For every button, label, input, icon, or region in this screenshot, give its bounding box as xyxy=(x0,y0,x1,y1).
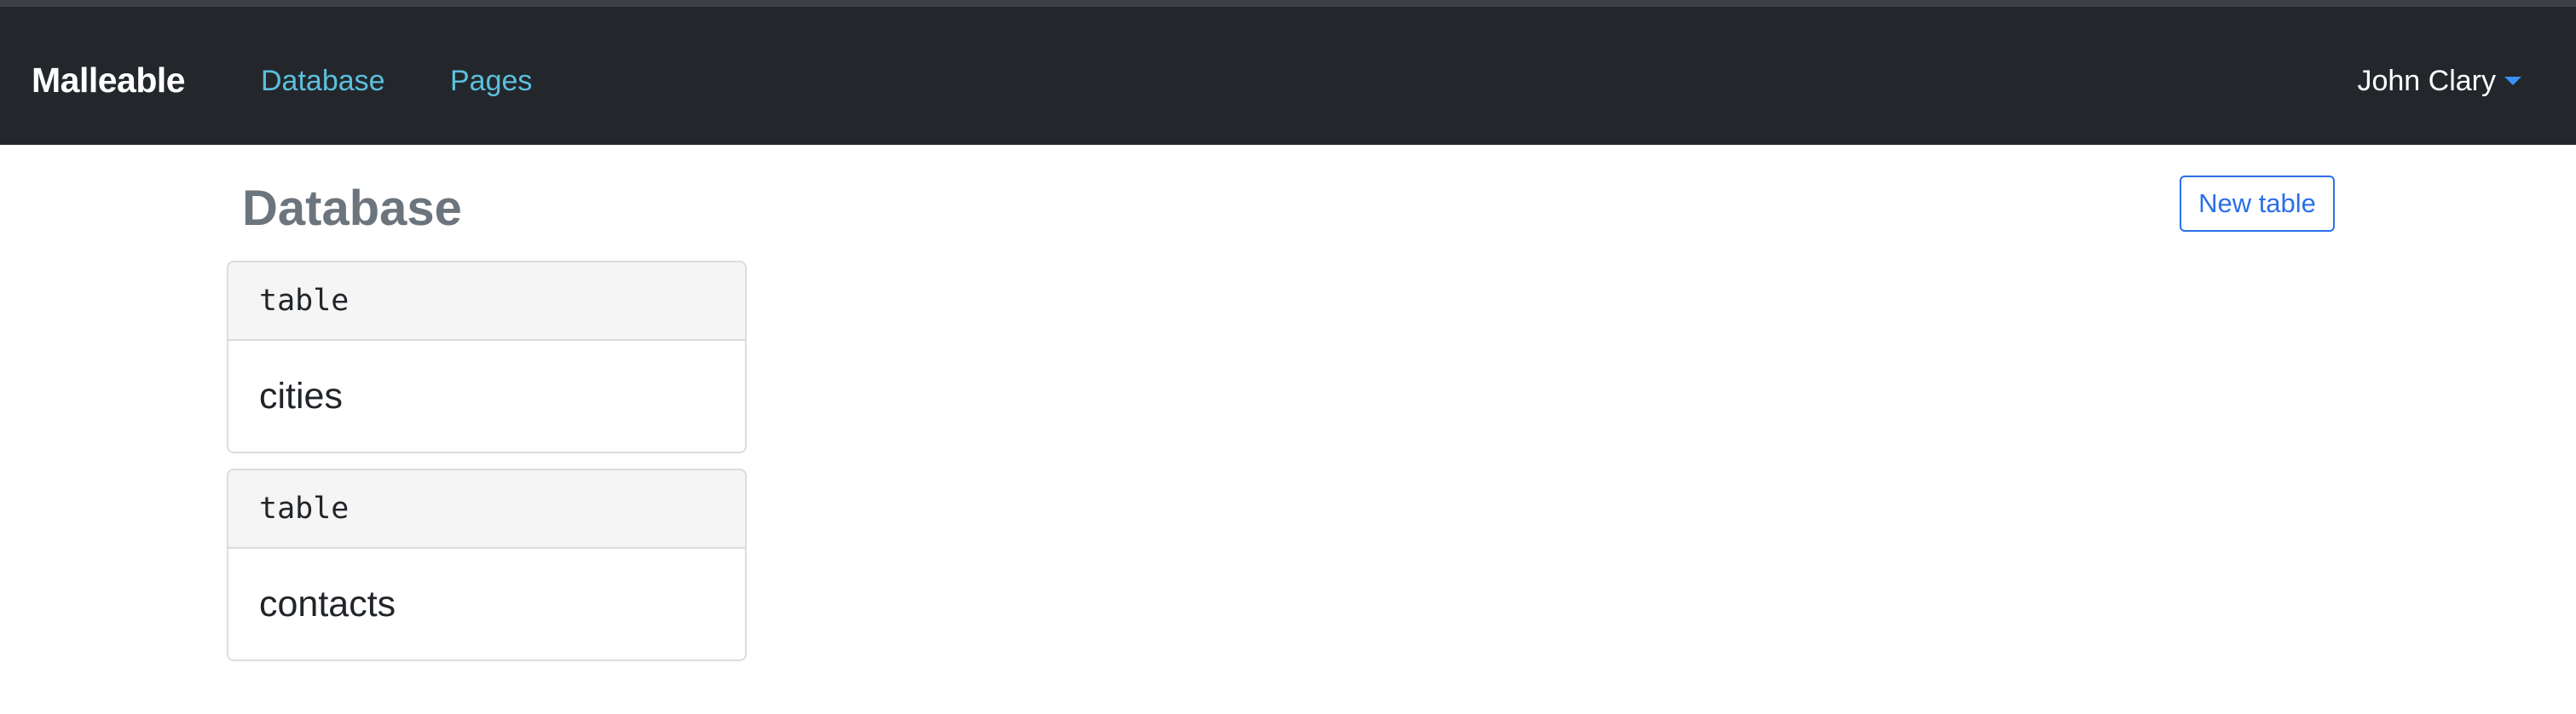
page-title: Database xyxy=(242,181,462,236)
window-top-edge xyxy=(0,0,2576,7)
table-card-contacts[interactable]: table contacts xyxy=(227,469,747,661)
card-type-label: table xyxy=(228,262,745,341)
new-table-button[interactable]: New table xyxy=(2180,176,2335,232)
navbar: Malleable Database Pages John Clary xyxy=(0,7,2576,145)
card-type-label: table xyxy=(228,470,745,549)
nav-link-database[interactable]: Database xyxy=(261,63,385,99)
user-name: John Clary xyxy=(2357,65,2496,97)
table-card-list: table cities table contacts xyxy=(227,261,747,677)
user-menu-dropdown[interactable]: John Clary xyxy=(2357,63,2521,99)
table-card-cities[interactable]: table cities xyxy=(227,261,747,453)
caret-down-icon xyxy=(2504,77,2521,85)
card-table-name: cities xyxy=(259,375,343,417)
nav-link-pages[interactable]: Pages xyxy=(450,63,532,99)
card-table-name: contacts xyxy=(259,583,396,625)
brand-link[interactable]: Malleable xyxy=(32,60,186,101)
main-content: Database New table table cities table co… xyxy=(0,145,2576,714)
